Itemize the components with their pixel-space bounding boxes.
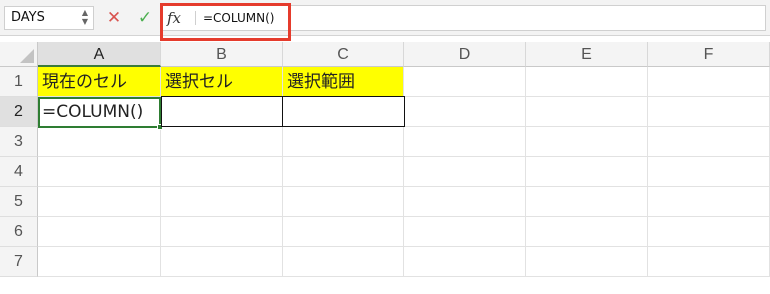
select-all-corner[interactable] xyxy=(0,42,38,67)
row-header-6[interactable]: 6 xyxy=(0,217,38,247)
row-header-3[interactable]: 3 xyxy=(0,127,38,157)
column-header-f[interactable]: F xyxy=(648,42,770,67)
cell-e7[interactable] xyxy=(526,247,648,277)
select-all-triangle-icon xyxy=(20,49,34,63)
row-header-7[interactable]: 7 xyxy=(0,247,38,277)
cell-b5[interactable] xyxy=(161,187,283,217)
cell-c4[interactable] xyxy=(283,157,404,187)
cell-c2[interactable] xyxy=(282,96,405,127)
cell-f1[interactable] xyxy=(648,67,770,97)
cell-c1[interactable]: 選択範囲 xyxy=(283,67,404,97)
cell-f2[interactable] xyxy=(648,97,770,127)
cell-c5[interactable] xyxy=(283,187,404,217)
name-box-stepper-icon[interactable]: ▲ ▼ xyxy=(80,8,90,28)
cell-a1[interactable]: 現在のセル xyxy=(38,67,161,97)
cell-f7[interactable] xyxy=(648,247,770,277)
formula-bar: DAYS ▲ ▼ ✕ ✓ fx =COLUMN() xyxy=(0,0,770,36)
cell-e2[interactable] xyxy=(526,97,648,127)
cancel-icon[interactable]: ✕ xyxy=(103,6,125,30)
cell-c7[interactable] xyxy=(283,247,404,277)
cell-b4[interactable] xyxy=(161,157,283,187)
cell-b7[interactable] xyxy=(161,247,283,277)
cell-e4[interactable] xyxy=(526,157,648,187)
cell-b6[interactable] xyxy=(161,217,283,247)
cell-f6[interactable] xyxy=(648,217,770,247)
cell-f4[interactable] xyxy=(648,157,770,187)
formula-highlight-box xyxy=(160,3,291,41)
cell-d3[interactable] xyxy=(404,127,526,157)
column-header-c[interactable]: C xyxy=(283,42,404,67)
cell-a7[interactable] xyxy=(38,247,161,277)
cell-f5[interactable] xyxy=(648,187,770,217)
row-header-1[interactable]: 1 xyxy=(0,67,38,97)
cell-b1[interactable]: 選択セル xyxy=(161,67,283,97)
cell-a4[interactable] xyxy=(38,157,161,187)
cell-b2[interactable] xyxy=(161,96,283,127)
row-header-2[interactable]: 2 xyxy=(0,97,38,127)
column-header-b[interactable]: B xyxy=(161,42,283,67)
cell-e1[interactable] xyxy=(526,67,648,97)
cell-c3[interactable] xyxy=(283,127,404,157)
row-header-4[interactable]: 4 xyxy=(0,157,38,187)
cell-d5[interactable] xyxy=(404,187,526,217)
column-header-d[interactable]: D xyxy=(404,42,526,67)
cell-d4[interactable] xyxy=(404,157,526,187)
cell-d1[interactable] xyxy=(404,67,526,97)
row-header-5[interactable]: 5 xyxy=(0,187,38,217)
column-header-e[interactable]: E xyxy=(526,42,648,67)
cell-e6[interactable] xyxy=(526,217,648,247)
cell-a3[interactable] xyxy=(38,127,161,157)
cell-c6[interactable] xyxy=(283,217,404,247)
confirm-icon[interactable]: ✓ xyxy=(134,6,156,30)
column-header-a[interactable]: A xyxy=(38,42,161,67)
cell-e5[interactable] xyxy=(526,187,648,217)
cell-f3[interactable] xyxy=(648,127,770,157)
cell-a2[interactable]: =COLUMN() xyxy=(38,97,161,128)
cell-d6[interactable] xyxy=(404,217,526,247)
cell-d2[interactable] xyxy=(404,97,526,127)
cell-a6[interactable] xyxy=(38,217,161,247)
cell-b3[interactable] xyxy=(161,127,283,157)
cell-e3[interactable] xyxy=(526,127,648,157)
cell-a5[interactable] xyxy=(38,187,161,217)
cell-d7[interactable] xyxy=(404,247,526,277)
